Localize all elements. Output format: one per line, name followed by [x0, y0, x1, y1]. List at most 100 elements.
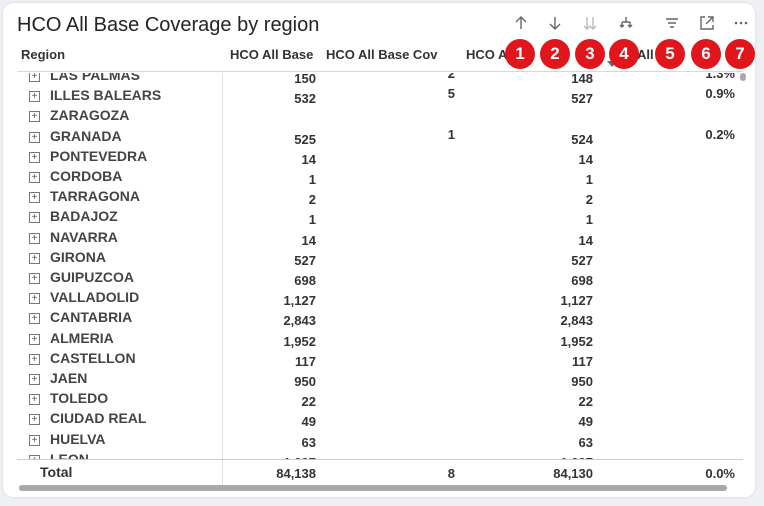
expand-row-icon[interactable]: + — [29, 73, 40, 82]
table-row[interactable]: + VALLADOLID 1,127 1,127 — [17, 289, 743, 309]
filter-icon[interactable] — [662, 15, 682, 35]
hco-remaining-cell: 950 — [571, 374, 593, 389]
table-row[interactable]: + CASTELLON 117 117 — [17, 350, 743, 370]
table-row[interactable]: + GIRONA 527 527 — [17, 249, 743, 269]
table-row[interactable]: + TOLEDO 22 22 — [17, 390, 743, 410]
expand-row-icon[interactable]: + — [29, 293, 40, 305]
hco-remaining-cell: 63 — [578, 434, 593, 450]
region-cell: NAVARRA — [50, 228, 118, 245]
go-to-next-level-icon[interactable] — [580, 15, 600, 35]
total-pct: 0.0% — [705, 466, 735, 481]
hco-remaining-cell: 49 — [578, 414, 593, 430]
table-row[interactable]: + HUELVA 63 63 — [17, 431, 743, 451]
table-row[interactable]: + ALMERIA 1,952 1,952 — [17, 330, 743, 350]
hco-all-base-cell: 14 — [301, 232, 316, 248]
header-hco-remaining[interactable]: HCO A — [466, 47, 507, 62]
hco-remaining-cell: 698 — [571, 273, 593, 288]
hco-all-base-cell: 950 — [294, 374, 316, 389]
header-pct[interactable]: All — [637, 47, 654, 62]
hco-remaining-cell: 2 — [585, 192, 593, 208]
region-cell: CIUDAD REAL — [50, 410, 147, 427]
expand-hierarchy-icon[interactable] — [616, 15, 636, 35]
expand-row-icon[interactable]: + — [29, 434, 40, 446]
drill-up-icon[interactable] — [511, 15, 531, 35]
hco-remaining-cell: 1,952 — [560, 333, 593, 349]
header-hco-all-base-cov[interactable]: HCO All Base Cov — [326, 47, 438, 62]
expand-row-icon[interactable]: + — [29, 394, 40, 406]
expand-row-icon[interactable]: + — [29, 353, 40, 365]
table-row[interactable]: + ZARAGOZA — [17, 107, 743, 127]
table-row[interactable]: + CANTABRIA 2,843 2,843 — [17, 309, 743, 329]
expand-row-icon[interactable]: + — [29, 313, 40, 325]
table-row[interactable]: + ILLES BALEARS 532 5 527 0.9% — [17, 86, 743, 107]
hco-all-base-cell: 22 — [301, 394, 316, 410]
expand-row-icon[interactable]: + — [29, 192, 40, 204]
header-hco-all-base[interactable]: HCO All Base — [230, 47, 313, 62]
table-row[interactable]: + JAEN 950 950 — [17, 370, 743, 390]
table-row[interactable]: + GRANADA 525 1 524 0.2% — [17, 126, 743, 148]
total-divider — [17, 459, 743, 460]
expand-row-icon[interactable]: + — [29, 151, 40, 163]
callout-badge-1: 1 — [505, 39, 535, 69]
expand-row-icon[interactable]: + — [29, 414, 40, 426]
expand-row-icon[interactable]: + — [29, 91, 40, 103]
expand-row-icon[interactable]: + — [29, 131, 40, 143]
hco-all-base-cell: 14 — [301, 151, 316, 167]
table-row[interactable]: + NAVARRA 14 14 — [17, 229, 743, 249]
hco-all-base-cell: 63 — [301, 434, 316, 450]
hco-all-base-cell: 527 — [294, 252, 316, 268]
table-row[interactable]: + CORDOBA 1 1 — [17, 168, 743, 188]
table-row[interactable]: + CIUDAD REAL 49 49 — [17, 410, 743, 430]
hco-all-base-cell: 2,843 — [283, 313, 316, 329]
hco-remaining-cell: 2,843 — [560, 313, 593, 329]
expand-row-icon[interactable]: + — [29, 252, 40, 264]
total-hco-all-base-cov: 8 — [447, 466, 455, 481]
region-cell: GUIPUZCOA — [50, 269, 134, 285]
total-hco-all-base: 84,138 — [276, 466, 316, 481]
region-cell: BADAJOZ — [50, 208, 118, 225]
expand-row-icon[interactable]: + — [29, 374, 40, 385]
expand-row-icon[interactable]: + — [29, 232, 40, 244]
callout-badge-2: 2 — [540, 39, 570, 69]
table-row[interactable]: + BADAJOZ 1 1 — [17, 208, 743, 228]
table-row[interactable]: +LEON1,0971,097 — [17, 451, 743, 459]
focus-mode-icon[interactable] — [697, 15, 717, 35]
hco-remaining-cell: 1,127 — [560, 293, 593, 309]
table-row[interactable]: + TARRAGONA 2 2 — [17, 188, 743, 208]
hco-all-base-cell: 150 — [294, 73, 316, 86]
hco-all-base-cell: 117 — [295, 353, 316, 369]
hco-remaining-cell: 148 — [571, 73, 593, 86]
hco-remaining-cell: 527 — [571, 91, 593, 107]
table-body[interactable]: + LAS PALMAS 150 2 148 1.3% + ILLES BALEARS 532 5… — [17, 73, 743, 459]
table-visual-card: HCO All Base Coverage by region Region H… — [3, 3, 755, 497]
expand-row-icon[interactable]: + — [29, 273, 40, 284]
callout-badge-3: 3 — [575, 39, 605, 69]
header-region[interactable]: Region — [21, 47, 65, 62]
expand-row-icon[interactable]: + — [29, 333, 40, 345]
expand-row-icon[interactable]: + — [29, 111, 40, 123]
region-cell: ALMERIA — [50, 329, 114, 346]
hco-all-base-cov-cell: 5 — [447, 86, 455, 102]
table-row[interactable]: + PONTEVEDRA 14 14 — [17, 148, 743, 168]
hco-all-base-cell: 698 — [294, 273, 316, 288]
hco-all-base-cell: 1 — [308, 212, 316, 228]
hco-remaining-cell: 117 — [572, 353, 593, 369]
vertical-scrollbar[interactable] — [740, 73, 746, 81]
drill-down-icon[interactable] — [545, 15, 565, 35]
region-cell: JAEN — [50, 370, 88, 386]
region-cell: VALLADOLID — [50, 289, 140, 306]
callout-badge-4: 4 — [609, 39, 639, 69]
pct-cell: 1.3% — [705, 73, 735, 81]
more-options-icon[interactable] — [731, 15, 751, 35]
table-row[interactable]: + LAS PALMAS 150 2 148 1.3% — [17, 73, 743, 87]
hco-all-base-cell: 2 — [308, 192, 316, 208]
table-row[interactable]: + GUIPUZCOA 698 698 — [17, 269, 743, 289]
hco-all-base-cell: 1,127 — [283, 293, 316, 309]
region-cell: LEON — [50, 450, 89, 459]
region-cell: TOLEDO — [50, 390, 109, 407]
pct-cell: 0.2% — [705, 126, 735, 142]
horizontal-scrollbar[interactable] — [19, 485, 727, 491]
expand-row-icon[interactable]: + — [29, 212, 40, 224]
expand-row-icon[interactable]: + — [29, 172, 40, 183]
total-hco-remaining: 84,130 — [553, 466, 593, 481]
